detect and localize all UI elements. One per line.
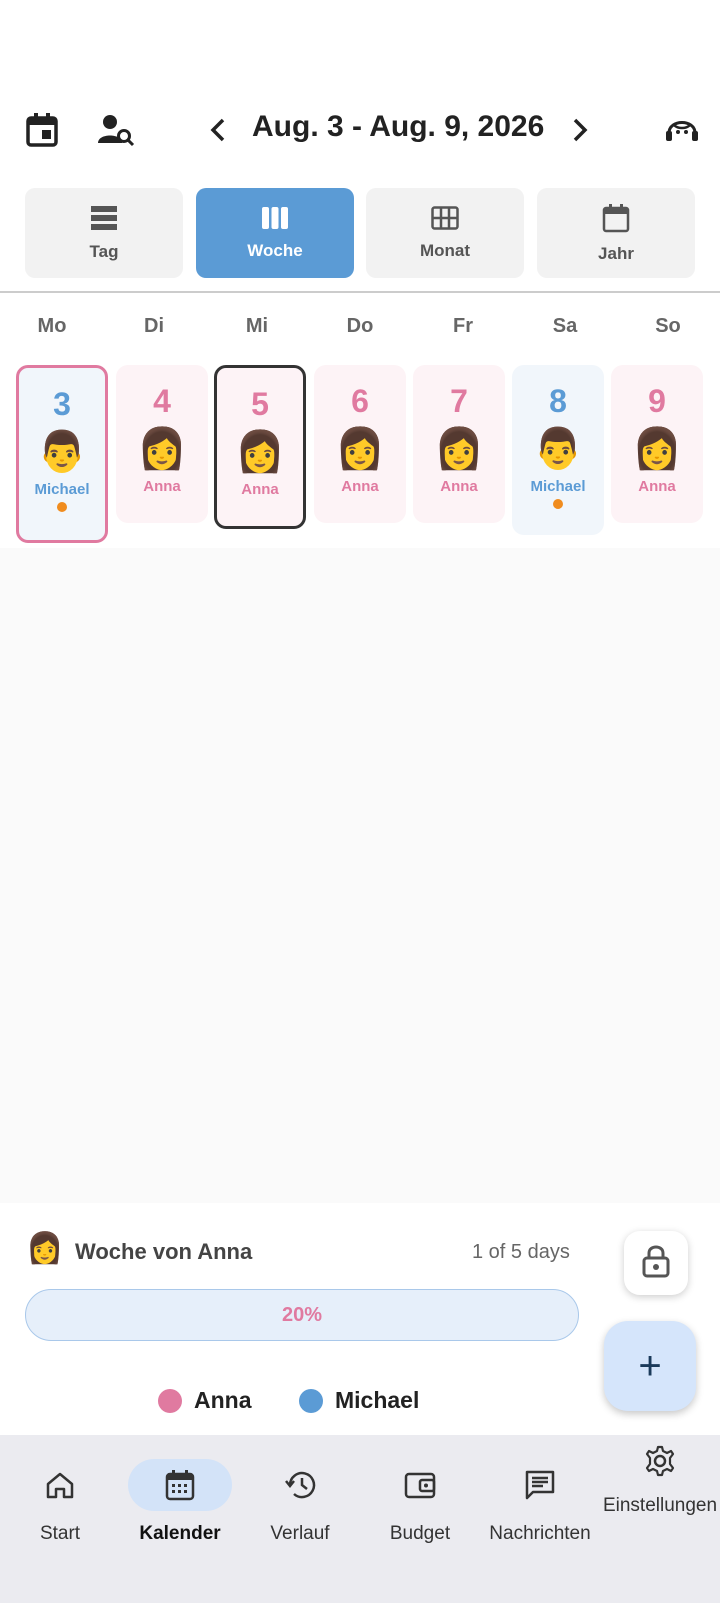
day-number: 6 xyxy=(351,383,369,419)
bottom-navigation: Start Kalender Verlauf Budget Nachrichte… xyxy=(0,1435,720,1603)
week-view-icon xyxy=(261,206,289,235)
parent-avatar: 👩 xyxy=(137,427,187,471)
view-month-label: Monat xyxy=(419,240,471,260)
nav-label: Nachrichten xyxy=(489,1523,591,1544)
legend-item-michael: Michael xyxy=(299,1387,419,1414)
day-number: 9 xyxy=(648,383,666,419)
day-cell[interactable]: 4 👩 Anna xyxy=(116,365,208,523)
parent-name: Michael xyxy=(34,481,90,498)
event-marker-dot xyxy=(57,502,67,512)
nav-label: Verlauf xyxy=(270,1523,330,1544)
week-days: 3 👨 Michael 4 👩 Anna 5 👩 Anna 6 👩 Anna 7… xyxy=(0,364,720,544)
wallet-icon xyxy=(368,1459,472,1511)
week-progress-bar: 20% xyxy=(25,1289,579,1341)
parent-name: Anna xyxy=(440,478,478,495)
nav-nachrichten[interactable]: Nachrichten xyxy=(480,1459,600,1579)
weekday-label: Sa xyxy=(552,315,578,337)
day-view-icon xyxy=(90,205,118,236)
view-week-label: Woche xyxy=(247,240,303,260)
nav-label: Einstellungen xyxy=(602,1495,718,1516)
parent-name: Anna xyxy=(638,478,676,495)
weekday-label: Mi xyxy=(245,315,269,337)
day-number: 8 xyxy=(549,383,567,419)
nav-einstellungen[interactable]: Einstellungen xyxy=(600,1435,720,1555)
day-cell[interactable]: 3 👨 Michael xyxy=(16,365,108,543)
nav-start[interactable]: Start xyxy=(0,1459,120,1579)
parent-avatar: 👩 xyxy=(335,427,385,471)
legend-label: Anna xyxy=(194,1387,252,1413)
date-range-title: Aug. 3 - Aug. 9, 2026 xyxy=(252,110,545,143)
summary-avatar: 👩 xyxy=(26,1232,64,1265)
prev-week-chevron-icon[interactable] xyxy=(200,108,236,152)
person-search-icon[interactable] xyxy=(94,108,138,152)
view-day-label: Tag xyxy=(89,241,119,261)
header-divider xyxy=(0,291,720,293)
history-icon xyxy=(248,1459,352,1511)
top-bar: Aug. 3 - Aug. 9, 2026 xyxy=(0,100,720,162)
nav-label: Budget xyxy=(389,1523,451,1544)
parent-name: Anna xyxy=(341,478,379,495)
add-event-button[interactable]: + xyxy=(604,1321,696,1411)
parent-name: Anna xyxy=(241,481,279,498)
day-number: 7 xyxy=(450,383,468,419)
today-calendar-icon[interactable] xyxy=(20,108,64,152)
calendar-icon xyxy=(128,1459,232,1511)
parent-avatar: 👨 xyxy=(37,430,87,474)
next-week-chevron-icon[interactable] xyxy=(562,108,598,152)
view-year-button[interactable]: Jahr xyxy=(537,188,695,278)
parent-avatar: 👩 xyxy=(434,427,484,471)
year-view-icon xyxy=(602,203,630,238)
legend-item-anna: Anna xyxy=(158,1387,252,1414)
summary-title: Woche von Anna xyxy=(75,1239,253,1264)
summary-day-count: 1 of 5 days xyxy=(472,1241,570,1263)
event-marker-dot xyxy=(553,499,563,509)
weekday-label: Di xyxy=(144,315,164,337)
nav-label: Start xyxy=(39,1523,81,1544)
chat-icon xyxy=(488,1459,592,1511)
lock-icon xyxy=(642,1244,670,1283)
parent-name: Michael xyxy=(530,478,586,495)
parent-avatar: 👩 xyxy=(235,430,285,474)
weekday-label: Mo xyxy=(37,315,67,337)
nav-budget[interactable]: Budget xyxy=(360,1459,480,1579)
day-number: 5 xyxy=(251,386,269,422)
nav-verlauf[interactable]: Verlauf xyxy=(240,1459,360,1579)
day-cell[interactable]: 7 👩 Anna xyxy=(413,365,505,523)
nav-label: Kalender xyxy=(139,1523,221,1544)
legend-swatch xyxy=(299,1388,323,1413)
weekday-label: Fr xyxy=(453,315,473,337)
month-view-icon xyxy=(431,205,459,235)
support-agent-icon[interactable] xyxy=(660,108,704,152)
legend-swatch xyxy=(158,1388,182,1413)
day-number: 4 xyxy=(153,383,171,419)
view-day-button[interactable]: Tag xyxy=(25,188,183,278)
day-cell[interactable]: 8 👨 Michael xyxy=(512,365,604,535)
parent-avatar: 👨 xyxy=(533,427,583,471)
weekday-header: Mo Di Mi Do Fr Sa So xyxy=(0,315,720,345)
view-month-button[interactable]: Monat xyxy=(366,188,524,278)
day-cell-today[interactable]: 5 👩 Anna xyxy=(214,365,306,529)
weekday-label: Do xyxy=(346,315,374,337)
weekday-label: So xyxy=(655,315,681,337)
legend-label: Michael xyxy=(335,1387,420,1413)
parent-avatar: 👩 xyxy=(632,427,682,471)
day-number: 3 xyxy=(53,386,71,422)
content-area xyxy=(0,548,720,1203)
day-cell[interactable]: 6 👩 Anna xyxy=(314,365,406,523)
parent-name: Anna xyxy=(143,478,181,495)
gear-icon xyxy=(608,1435,712,1487)
nav-kalender[interactable]: Kalender xyxy=(120,1459,240,1579)
view-week-button[interactable]: Woche xyxy=(196,188,354,278)
lock-button[interactable] xyxy=(624,1231,688,1295)
view-year-label: Jahr xyxy=(598,243,634,263)
day-cell[interactable]: 9 👩 Anna xyxy=(611,365,703,523)
view-switcher: Tag Woche Monat Jahr xyxy=(25,188,695,278)
home-icon xyxy=(8,1459,112,1511)
progress-percent: 20% xyxy=(281,1303,323,1326)
